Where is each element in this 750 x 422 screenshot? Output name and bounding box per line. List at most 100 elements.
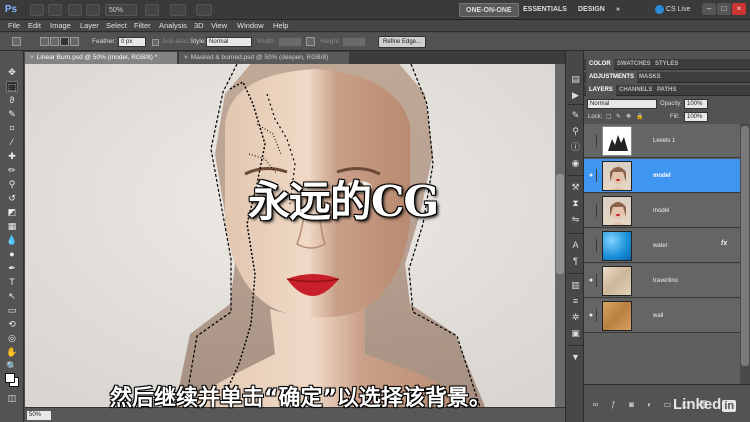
status-zoom-field[interactable]: 50% — [27, 411, 51, 420]
maximize-button[interactable]: □ — [717, 3, 731, 15]
layers-scrollbar[interactable] — [740, 124, 750, 384]
bridge-button[interactable] — [30, 4, 44, 16]
character-panel-icon[interactable]: A — [569, 239, 582, 251]
histogram-panel-icon[interactable]: ≡ — [569, 295, 582, 307]
antialias-checkbox[interactable] — [152, 39, 159, 46]
add-selection-icon[interactable] — [50, 37, 59, 46]
mini-bridge-button[interactable] — [48, 4, 62, 16]
layer-row-travertino[interactable]: ● travertino — [584, 264, 740, 298]
eye-icon[interactable]: ● — [586, 309, 597, 322]
hand-tool-icon[interactable]: ✋ — [6, 347, 18, 358]
lock-transparency-icon[interactable]: ▢ — [606, 112, 612, 122]
screen-mode-button[interactable] — [196, 4, 212, 16]
new-selection-icon[interactable] — [40, 37, 49, 46]
link-layers-icon[interactable]: ∞ — [590, 399, 601, 410]
blur-tool-icon[interactable]: 💧 — [6, 235, 18, 246]
3d-rotate-tool-icon[interactable]: ⟲ — [6, 319, 18, 330]
styles-panel-icon[interactable]: ✲ — [569, 311, 582, 323]
tool-preset-icon[interactable] — [12, 37, 21, 46]
menu-file[interactable]: File — [8, 20, 20, 32]
minimize-button[interactable]: – — [702, 3, 716, 15]
opacity-field[interactable]: 100% — [684, 99, 708, 109]
menu-filter[interactable]: Filter — [134, 20, 151, 32]
crop-tool-icon[interactable]: ⌗ — [6, 123, 18, 134]
visibility-toggle[interactable] — [586, 204, 597, 217]
history-brush-tool-icon[interactable]: ↺ — [6, 193, 18, 204]
cs-live-button[interactable]: CS Live — [655, 3, 691, 17]
document-tab-masked-burned[interactable]: × Masked & burned.psd @ 50% (deepen, RGB/… — [179, 52, 349, 64]
close-tab-icon[interactable]: × — [30, 54, 34, 61]
close-button[interactable]: × — [732, 3, 746, 15]
move-tool-icon[interactable]: ✥ — [6, 67, 18, 78]
menu-edit[interactable]: Edit — [28, 20, 41, 32]
workspace-design[interactable]: DESIGN — [572, 3, 611, 17]
measurement-panel-icon[interactable]: ⇋ — [569, 213, 582, 225]
menu-image[interactable]: Image — [50, 20, 71, 32]
visibility-toggle[interactable] — [586, 239, 597, 252]
workspace-more-chevron-icon[interactable]: » — [610, 3, 626, 17]
layer-row-levels-1[interactable]: Levels 1 — [584, 124, 740, 158]
tab-layers[interactable]: LAYERS — [586, 85, 616, 96]
intersect-selection-icon[interactable] — [70, 37, 79, 46]
quick-mask-icon[interactable]: ◫ — [6, 393, 18, 404]
info-panel-icon[interactable]: ⓘ — [569, 141, 582, 153]
3d-camera-tool-icon[interactable]: ◎ — [6, 333, 18, 344]
height-field[interactable] — [342, 37, 366, 47]
width-field[interactable] — [278, 37, 302, 47]
fill-field[interactable]: 100% — [684, 112, 708, 122]
rectangular-marquee-tool-icon[interactable]: ⬚ — [6, 81, 18, 92]
new-group-icon[interactable]: ▭ — [662, 399, 673, 410]
healing-brush-tool-icon[interactable]: ✚ — [6, 151, 18, 162]
eraser-tool-icon[interactable]: ◩ — [6, 207, 18, 218]
menu-3d[interactable]: 3D — [194, 20, 204, 32]
scrollbar-thumb[interactable] — [741, 126, 749, 366]
lock-position-icon[interactable]: ✥ — [626, 112, 631, 122]
layer-row-water[interactable]: water fx — [584, 229, 740, 263]
new-adjustment-layer-icon[interactable]: ◐ — [644, 399, 655, 410]
clone-source-panel-icon[interactable]: ⚲ — [569, 125, 582, 137]
lasso-tool-icon[interactable]: ϑ — [6, 95, 18, 106]
gradient-tool-icon[interactable]: ▦ — [6, 221, 18, 232]
document-canvas[interactable] — [25, 64, 555, 407]
tab-styles[interactable]: STYLES — [652, 59, 681, 70]
brush-panel-icon[interactable]: ✎ — [569, 109, 582, 121]
hand-tool-button[interactable] — [86, 4, 100, 16]
tab-paths[interactable]: PATHS — [654, 85, 679, 96]
swatches-panel-icon[interactable]: ▣ — [569, 327, 582, 339]
workspace-one-on-one[interactable]: ONE-ON-ONE — [459, 3, 519, 17]
layer-row-model[interactable]: model — [584, 194, 740, 228]
layer-row-wall[interactable]: ● wall — [584, 299, 740, 333]
navigator-panel-icon[interactable]: ▥ — [569, 279, 582, 291]
menu-analysis[interactable]: Analysis — [159, 20, 187, 32]
lock-all-icon[interactable]: 🔒 — [636, 112, 643, 122]
layer-effects-icon[interactable]: fx — [721, 240, 727, 247]
subtract-selection-icon[interactable] — [60, 37, 69, 46]
style-select[interactable]: Normal — [206, 37, 252, 47]
scrollbar-thumb[interactable] — [556, 174, 564, 274]
zoom-tool-icon[interactable]: 🔍 — [6, 361, 18, 372]
blend-mode-select[interactable]: Normal — [587, 99, 657, 109]
tool-presets-panel-icon[interactable]: ⚒ — [569, 181, 582, 193]
menu-help[interactable]: Help — [273, 20, 288, 32]
menu-window[interactable]: Window — [237, 20, 264, 32]
menu-view[interactable]: View — [211, 20, 227, 32]
tab-swatches[interactable]: SWATCHES — [614, 59, 654, 70]
paragraph-panel-icon[interactable]: ¶ — [569, 255, 582, 267]
history-panel-icon[interactable]: ▤ — [569, 73, 582, 85]
brush-tool-icon[interactable]: ✏ — [6, 165, 18, 176]
clone-stamp-tool-icon[interactable]: ⚲ — [6, 179, 18, 190]
zoom-level-select[interactable]: 50% — [105, 4, 137, 16]
shape-tool-icon[interactable]: ▭ — [6, 305, 18, 316]
path-selection-tool-icon[interactable]: ↖ — [6, 291, 18, 302]
canvas-vertical-scrollbar[interactable] — [555, 64, 565, 407]
animation-panel-icon[interactable]: ⧗ — [569, 197, 582, 209]
eyedropper-tool-icon[interactable]: ⁄ — [6, 137, 18, 148]
view-extras-button[interactable] — [68, 4, 82, 16]
swap-dimensions-icon[interactable] — [306, 37, 315, 46]
add-layer-style-icon[interactable]: ƒ — [608, 399, 619, 410]
quick-selection-tool-icon[interactable]: ✎ — [6, 109, 18, 120]
eye-icon[interactable]: ● — [586, 169, 597, 182]
menu-layer[interactable]: Layer — [80, 20, 99, 32]
type-tool-icon[interactable]: T — [6, 277, 18, 288]
arrange-documents-button[interactable] — [170, 4, 186, 16]
